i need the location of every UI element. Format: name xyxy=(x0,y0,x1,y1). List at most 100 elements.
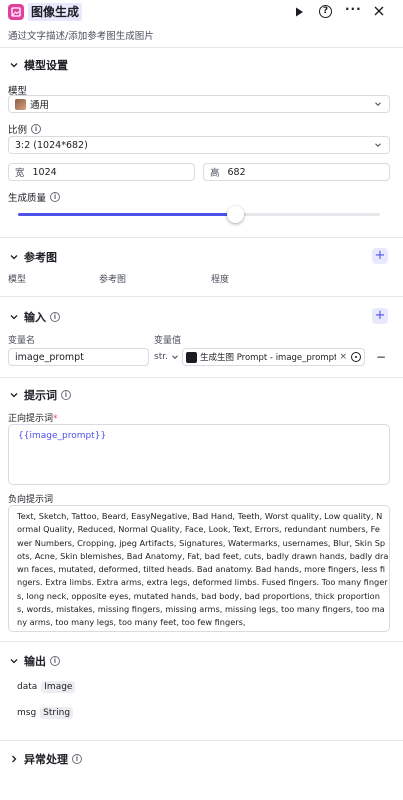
reference-node-icon xyxy=(186,351,197,363)
divider xyxy=(0,740,403,741)
divider xyxy=(0,237,403,238)
width-value: 1024 xyxy=(32,166,57,178)
variable-name-input[interactable]: image_prompt xyxy=(8,348,149,366)
info-icon[interactable]: i xyxy=(31,124,42,134)
positive-prompt-label-text: 正向提示词 xyxy=(8,414,54,424)
required-mark: * xyxy=(53,414,58,424)
negative-prompt-line: wn faces, mutated, deformed, tilted head… xyxy=(17,564,385,575)
more-icon[interactable]: ··· xyxy=(345,3,361,17)
variable-type-select[interactable]: str. xyxy=(154,348,180,366)
model-settings-header[interactable]: 模型设置 xyxy=(8,57,68,73)
height-input[interactable]: 高 682 xyxy=(203,163,390,181)
output-type-tag: Image xyxy=(41,681,76,693)
info-icon[interactable]: i xyxy=(50,656,60,666)
chevron-down-icon xyxy=(10,63,18,68)
ratio-label: 比例 xyxy=(8,125,28,136)
info-icon[interactable]: i xyxy=(50,312,60,322)
model-avatar xyxy=(15,98,26,110)
close-icon[interactable] xyxy=(373,5,385,17)
model-value: 通用 xyxy=(30,100,50,111)
reference-col-model: 模型 xyxy=(8,275,27,285)
chevron-down-icon xyxy=(10,255,18,260)
clear-icon[interactable]: × xyxy=(339,352,347,362)
section-title: 提示词 xyxy=(24,389,57,402)
divider xyxy=(0,641,403,642)
height-value: 682 xyxy=(227,166,246,178)
positive-prompt-input[interactable]: {{image_prompt}} xyxy=(8,424,390,485)
add-reference-button[interactable]: + xyxy=(372,248,388,264)
positive-prompt-label: 正向提示词* xyxy=(8,411,58,424)
quality-slider[interactable] xyxy=(18,206,380,224)
negative-prompt-value: Text, Sketch, Tattoo, Beard, EasyNegativ… xyxy=(17,510,389,630)
input-col-value: 变量值 xyxy=(154,336,182,346)
info-icon[interactable]: i xyxy=(50,192,61,202)
chevron-down-icon xyxy=(10,659,18,664)
output-header[interactable]: 输出 i xyxy=(8,653,60,669)
reference-separator: - xyxy=(267,353,276,363)
node-title[interactable]: 图像生成 xyxy=(28,3,83,21)
target-icon[interactable] xyxy=(351,352,361,362)
quality-label-row: 生成质量 i xyxy=(8,190,61,204)
slider-fill xyxy=(18,213,236,216)
chevron-down-icon xyxy=(10,393,18,398)
output-name: msg xyxy=(17,708,37,718)
section-title: 输出 xyxy=(24,655,46,668)
negative-prompt-line: ormal Quality, Reduced, Normal Quality, … xyxy=(17,524,380,535)
input-header[interactable]: 输入 i xyxy=(8,309,60,325)
info-icon[interactable]: i xyxy=(61,390,71,400)
output-item: msg String xyxy=(17,707,74,719)
section-title: 参考图 xyxy=(24,251,57,264)
node-description: 通过文字描述/添加参考图生成图片 xyxy=(8,31,154,42)
input-col-name: 变量名 xyxy=(8,336,36,346)
prompt-header[interactable]: 提示词 i xyxy=(8,387,71,403)
negative-prompt-input[interactable]: Text, Sketch, Tattoo, Beard, EasyNegativ… xyxy=(8,505,390,632)
variable-reference[interactable]: 生成生图 Prompt - image_prompt × xyxy=(182,348,365,366)
negative-prompt-line: ny arms, too many legs, too many feet, t… xyxy=(17,617,246,628)
ratio-label-row: 比例 i xyxy=(8,122,42,136)
variable-type-value: str. xyxy=(154,352,168,362)
divider xyxy=(0,377,403,378)
chevron-down-icon xyxy=(375,102,381,107)
output-name: data xyxy=(17,682,38,692)
reference-header[interactable]: 参考图 xyxy=(8,249,57,265)
divider xyxy=(0,296,403,297)
reference-variable: image_prompt xyxy=(275,353,337,363)
positive-prompt-value: {{image_prompt}} xyxy=(18,431,107,441)
slider-handle[interactable] xyxy=(227,206,245,223)
section-title: 输入 xyxy=(24,311,46,324)
ratio-select[interactable]: 3:2 (1024*682) xyxy=(8,136,390,154)
negative-prompt-line: ots, Acne, Skin blemishes, Bad Anatomy, … xyxy=(17,550,389,561)
width-label: 宽 xyxy=(15,168,25,179)
quality-label: 生成质量 xyxy=(8,193,47,204)
model-select[interactable]: 通用 xyxy=(8,95,390,113)
negative-prompt-line: s, long neck, opposite eyes, mutated han… xyxy=(17,590,380,601)
reference-node-name: 生成生图 Prompt xyxy=(200,353,268,363)
output-type-tag: String xyxy=(40,707,74,719)
negative-prompt-line: Text, Sketch, Tattoo, Beard, EasyNegativ… xyxy=(17,511,383,521)
info-icon[interactable]: i xyxy=(72,754,82,764)
help-icon[interactable]: ? xyxy=(319,5,332,18)
height-label: 高 xyxy=(210,168,220,179)
remove-input-button[interactable]: − xyxy=(376,350,386,364)
reference-col-degree: 程度 xyxy=(211,275,230,285)
ratio-value: 3:2 (1024*682) xyxy=(15,139,88,151)
output-item: data Image xyxy=(17,681,76,693)
section-title: 模型设置 xyxy=(24,59,68,72)
chevron-down-icon xyxy=(172,355,178,360)
node-icon xyxy=(8,4,24,20)
negative-prompt-line: ngers. Extra limbs. Extra arms, extra le… xyxy=(17,577,388,588)
variable-name-value: image_prompt xyxy=(15,351,84,363)
width-input[interactable]: 宽 1024 xyxy=(8,163,195,181)
divider xyxy=(0,47,403,48)
negative-prompt-line: wer Numbers, Cropping, jpeg Artifacts, S… xyxy=(17,537,386,548)
negative-prompt-label: 负向提示词 xyxy=(8,495,54,505)
exception-header[interactable]: 异常处理 i xyxy=(8,751,82,767)
chevron-down-icon xyxy=(10,315,18,320)
chevron-right-icon xyxy=(12,755,17,763)
chevron-down-icon xyxy=(375,143,381,148)
reference-col-image: 参考图 xyxy=(99,275,127,285)
negative-prompt-line: s, words, mistakes, missing fingers, mis… xyxy=(17,604,385,615)
section-title: 异常处理 xyxy=(24,753,68,766)
run-icon[interactable] xyxy=(293,6,305,18)
add-input-button[interactable]: + xyxy=(372,308,388,324)
